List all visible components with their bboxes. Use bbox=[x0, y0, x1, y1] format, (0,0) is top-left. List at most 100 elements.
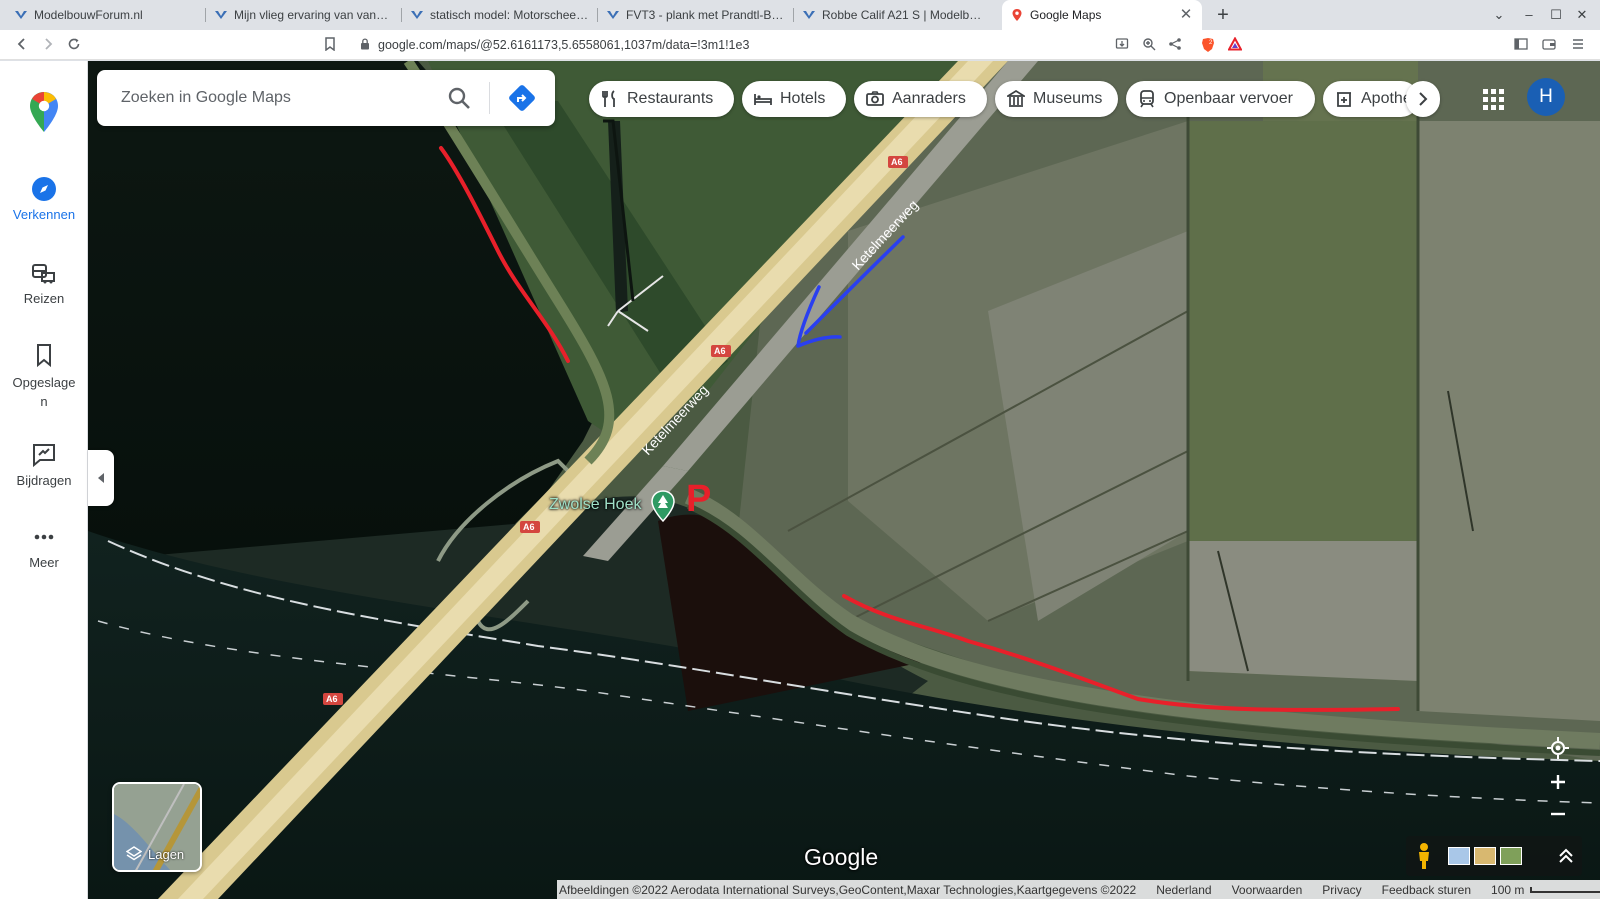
more-dots-icon bbox=[34, 534, 54, 540]
minimize-icon[interactable]: – bbox=[1519, 5, 1539, 25]
chip-pharmacies[interactable]: Apotheken bbox=[1323, 81, 1419, 117]
wallet-button[interactable] bbox=[1539, 35, 1559, 55]
address-bar[interactable]: google.com/maps/@52.6161173,5.6558061,10… bbox=[378, 35, 749, 55]
highway-shield: A6 bbox=[520, 521, 540, 533]
map-controls bbox=[1540, 732, 1576, 828]
sidebar-item-label: Meer bbox=[29, 555, 59, 570]
share-button[interactable] bbox=[1165, 35, 1185, 55]
sidebar-item-label: Verkennen bbox=[12, 207, 76, 222]
expand-imagery-icon[interactable] bbox=[1554, 844, 1578, 868]
attribution-text: Afbeeldingen ©2022 Aerodata Internationa… bbox=[559, 882, 1137, 897]
commute-icon bbox=[32, 264, 55, 284]
lock-icon bbox=[361, 38, 369, 50]
tab-title: FVT3 - plank met Prandtl-BLSD bbox=[626, 8, 786, 22]
forward-button[interactable] bbox=[38, 35, 58, 55]
back-arrow-icon bbox=[17, 38, 25, 50]
browser-tab[interactable]: statisch model: Motorscheepje bbox=[402, 0, 598, 30]
scale-indicator[interactable]: 100 m bbox=[1491, 883, 1600, 897]
svg-text:A6: A6 bbox=[891, 157, 903, 167]
bookmark-page-button[interactable] bbox=[320, 35, 340, 55]
layers-label-row: Lagen bbox=[126, 846, 184, 862]
terms-link[interactable]: Voorwaarden bbox=[1232, 883, 1303, 897]
contribute-icon bbox=[33, 444, 55, 468]
google-maps-favicon-icon bbox=[1012, 9, 1022, 21]
chips-scroll-next-button[interactable] bbox=[1406, 81, 1440, 117]
pegman-icon[interactable] bbox=[1414, 842, 1434, 870]
maximize-icon[interactable]: ☐ bbox=[1546, 5, 1566, 25]
brave-shields-button[interactable]: 2 bbox=[1198, 35, 1218, 55]
layers-button[interactable]: Lagen bbox=[112, 782, 202, 872]
google-maps-logo[interactable] bbox=[28, 91, 60, 133]
chip-public-transport[interactable]: Openbaar vervoer bbox=[1126, 81, 1315, 117]
scale-label: 100 m bbox=[1491, 882, 1525, 897]
bed-icon bbox=[754, 94, 772, 105]
forum-favicon-icon bbox=[803, 11, 815, 19]
back-button[interactable] bbox=[12, 35, 32, 55]
browser-menu-button[interactable] bbox=[1568, 35, 1588, 55]
park-pin-icon[interactable] bbox=[650, 490, 676, 522]
fork-knife-icon bbox=[602, 90, 615, 107]
imagery-thumbnail[interactable] bbox=[1474, 847, 1496, 865]
svg-text:A6: A6 bbox=[523, 522, 535, 532]
compass-icon bbox=[32, 177, 56, 201]
account-avatar[interactable]: H bbox=[1527, 78, 1565, 116]
tab-search-icon[interactable]: ⌄ bbox=[1489, 5, 1509, 25]
sidebar-panel-icon bbox=[1514, 38, 1528, 50]
chip-aanraders[interactable]: Aanraders bbox=[854, 81, 987, 117]
sidebar-item-saved[interactable]: Opgeslage n bbox=[0, 341, 88, 411]
sidebar-item-commute[interactable]: Reizen bbox=[0, 259, 88, 306]
forum-favicon-icon bbox=[215, 11, 227, 19]
place-label[interactable]: Zwolse Hoek bbox=[549, 496, 641, 514]
privacy-link[interactable]: Privacy bbox=[1322, 883, 1361, 897]
browser-toolbar: google.com/maps/@52.6161173,5.6558061,10… bbox=[0, 30, 1600, 60]
chip-restaurants[interactable]: Restaurants bbox=[589, 81, 734, 117]
new-tab-button[interactable]: + bbox=[1212, 4, 1234, 26]
tab-title: ModelbouwForum.nl bbox=[34, 8, 143, 22]
imagery-thumbnail[interactable] bbox=[1500, 847, 1522, 865]
chip-hotels[interactable]: Hotels bbox=[742, 81, 846, 117]
sidebar-item-contribute[interactable]: Bijdragen bbox=[0, 441, 88, 488]
tab-title: Google Maps bbox=[1030, 8, 1102, 22]
search-icon[interactable] bbox=[445, 84, 473, 112]
feedback-link[interactable]: Feedback sturen bbox=[1382, 883, 1471, 897]
collapse-side-panel-button[interactable] bbox=[88, 450, 114, 506]
browser-tab[interactable]: ModelbouwForum.nl bbox=[6, 0, 206, 30]
sidebar-item-label: Opgeslage n bbox=[12, 375, 76, 409]
zoom-in-icon[interactable] bbox=[1540, 766, 1576, 798]
pharmacy-icon bbox=[1337, 92, 1351, 107]
zoom-out-icon[interactable] bbox=[1540, 798, 1576, 830]
layers-label: Lagen bbox=[148, 846, 185, 862]
close-window-icon[interactable]: ✕ bbox=[1572, 5, 1592, 25]
satellite-map[interactable]: Ketelmeerweg Ketelmeerweg A6 A6 A6 A6 A6… bbox=[88, 61, 1600, 899]
chip-label: Openbaar vervoer bbox=[1164, 90, 1293, 107]
sidebar-item-more[interactable]: Meer bbox=[0, 523, 88, 570]
sidebar-toggle-button[interactable] bbox=[1511, 35, 1531, 55]
browser-tab-strip: ModelbouwForum.nl Mijn vlieg ervaring va… bbox=[0, 0, 1600, 30]
google-apps-icon[interactable] bbox=[1476, 82, 1510, 116]
browser-tab[interactable]: Robbe Calif A21 S | Modelbouw bbox=[794, 0, 990, 30]
chip-label: Hotels bbox=[780, 90, 826, 107]
country-link[interactable]: Nederland bbox=[1156, 883, 1211, 897]
forum-favicon-icon bbox=[607, 11, 619, 19]
directions-icon[interactable] bbox=[507, 83, 537, 113]
divider bbox=[489, 82, 490, 114]
browser-tab[interactable]: FVT3 - plank met Prandtl-BLSD bbox=[598, 0, 794, 30]
reload-button[interactable] bbox=[64, 35, 84, 55]
brave-rewards-button[interactable] bbox=[1225, 35, 1245, 55]
search-input[interactable] bbox=[121, 84, 421, 112]
close-tab-icon[interactable]: ✕ bbox=[1178, 7, 1194, 23]
google-logo: Google bbox=[804, 844, 879, 870]
train-icon bbox=[1140, 90, 1154, 108]
share-icon bbox=[1169, 38, 1181, 50]
chip-museums[interactable]: Museums bbox=[995, 81, 1118, 117]
parking-annotation-letter: P bbox=[686, 478, 711, 520]
browser-tab[interactable]: Mijn vlieg ervaring van vandaag bbox=[206, 0, 402, 30]
tab-title: Mijn vlieg ervaring van vandaag bbox=[234, 8, 394, 22]
zoom-button[interactable] bbox=[1139, 35, 1159, 55]
my-location-icon[interactable] bbox=[1540, 732, 1576, 764]
install-app-button[interactable] bbox=[1112, 35, 1132, 55]
imagery-thumbnail[interactable] bbox=[1448, 847, 1470, 865]
browser-tab-active[interactable]: Google Maps ✕ bbox=[1002, 0, 1202, 30]
sidebar-item-label: Bijdragen bbox=[16, 473, 72, 488]
sidebar-item-explore[interactable]: Verkennen bbox=[0, 175, 88, 222]
